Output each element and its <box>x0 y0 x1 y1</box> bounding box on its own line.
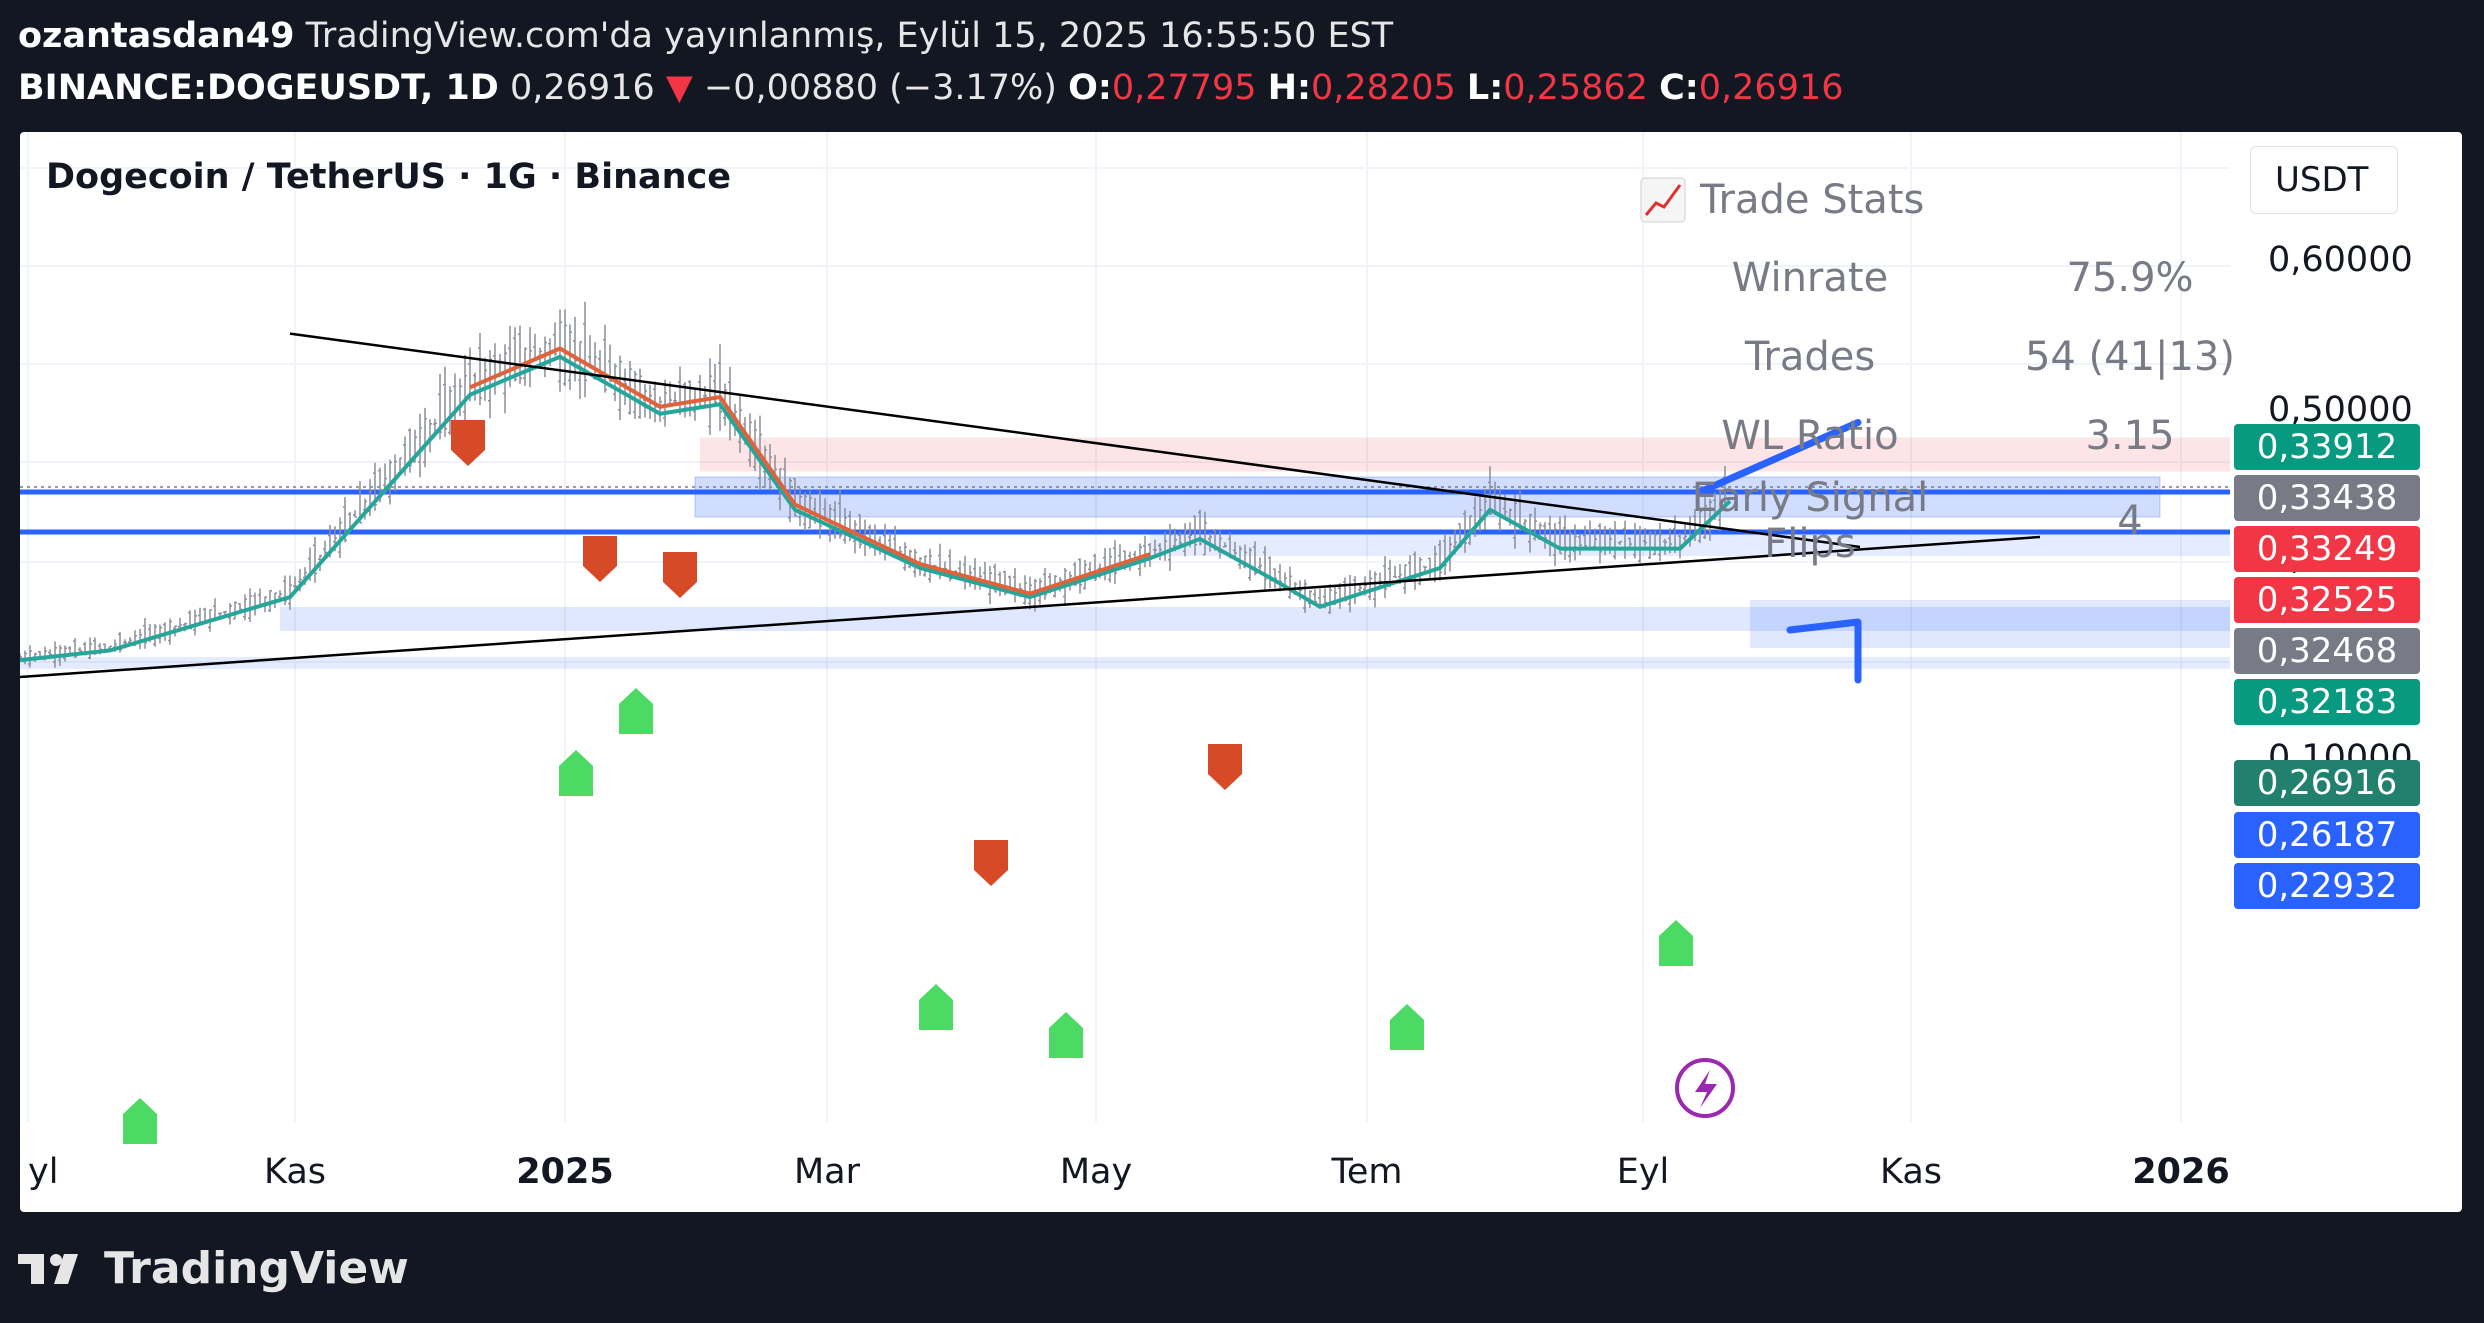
y-tick-label: 0,60000 <box>2268 240 2413 280</box>
x-tick-label: Kas <box>263 1152 327 1192</box>
price-change: −0,00880 (−3.17%) <box>703 68 1057 108</box>
x-tick-label: May <box>1059 1152 1133 1192</box>
chart-title: Dogecoin / TetherUS · 1G · Binance <box>46 157 732 197</box>
chart-up-icon <box>1640 177 1686 223</box>
sell-signal-marker <box>1208 744 1242 790</box>
stat-key: WL Ratio <box>1721 412 1899 459</box>
high-label: H: <box>1267 68 1312 108</box>
buy-signal-marker <box>1390 1004 1424 1050</box>
open-value: 0,27795 <box>1111 68 1257 108</box>
low-value: 0,25862 <box>1503 68 1648 108</box>
currency-selector[interactable]: USDT <box>2250 146 2398 214</box>
price-label: 0,22932 <box>2234 863 2420 909</box>
x-tick-label: Kas <box>1879 1152 1943 1192</box>
publication-header: ozantasdan49 TradingView.com'da yayınlan… <box>18 10 1844 114</box>
stat-key: Winrate <box>1731 254 1889 301</box>
tradingview-logo-icon <box>18 1254 78 1284</box>
price-label: 0,33249 <box>2234 526 2420 572</box>
sell-signal-marker <box>583 536 617 582</box>
stat-row: WL Ratio 3.15 <box>1640 396 2280 475</box>
stat-row: Winrate 75.9% <box>1640 238 2280 317</box>
open-label: O: <box>1068 68 1112 108</box>
x-tick-label: yl <box>28 1152 59 1192</box>
price-label: 0,32183 <box>2234 679 2420 725</box>
chart-panel[interactable]: Dogecoin / TetherUS · 1G · Binance Trade… <box>20 132 2462 1212</box>
low-label: L: <box>1466 68 1504 108</box>
price-label: 0,32525 <box>2234 577 2420 623</box>
buy-signal-marker <box>619 688 653 734</box>
price-label: 0,26187 <box>2234 812 2420 858</box>
price-label: 0,33912 <box>2234 424 2420 470</box>
stat-value: 75.9% <box>2066 254 2194 301</box>
author-name[interactable]: ozantasdan49 <box>18 16 294 56</box>
trade-stats-title: Trade Stats <box>1700 177 1925 223</box>
price-label: 0,33438 <box>2234 475 2420 521</box>
x-tick-label: Tem <box>1331 1152 1403 1192</box>
stat-row: Trades 54 (41|13) <box>1640 317 2280 396</box>
change-down-icon: ▼ <box>665 68 693 108</box>
close-label: C: <box>1659 68 1699 108</box>
stat-key: Trades <box>1744 333 1876 380</box>
publication-line: ozantasdan49 TradingView.com'da yayınlan… <box>18 10 1844 62</box>
buy-signal-marker <box>919 984 953 1030</box>
trade-stats-header: Trade Stats <box>1640 170 2280 230</box>
price-label: 0,26916 <box>2234 760 2420 806</box>
last-price: 0,26916 <box>510 68 655 108</box>
buy-signal-marker <box>1049 1012 1083 1058</box>
x-tick-label: Eyl <box>1616 1152 1670 1192</box>
price-label: 0,32468 <box>2234 628 2420 674</box>
sell-signal-marker <box>974 840 1008 886</box>
stat-value: 54 (41|13) <box>2024 333 2236 380</box>
tradingview-brand: TradingView <box>104 1242 409 1294</box>
buy-signal-marker <box>1659 920 1693 966</box>
high-value: 0,28205 <box>1311 68 1456 108</box>
publish-info: TradingView.com'da yayınlanmış, Eylül 15… <box>305 16 1394 56</box>
x-tick-label: 2026 <box>2132 1152 2230 1192</box>
stat-row: Early Signal Flips 4 <box>1640 475 2280 567</box>
demand-zone <box>20 657 2230 669</box>
trade-stats-table: Winrate 75.9% Trades 54 (41|13) WL Ratio 3.… <box>1640 238 2280 568</box>
stat-key: Early Signal Flips <box>1691 475 1929 567</box>
x-tick-label: Mar <box>793 1152 861 1192</box>
trade-stats-panel: Trade Stats Winrate 75.9% Trades 54 (41|13… <box>1640 170 2280 567</box>
symbol-line: BINANCE:DOGEUSDT, 1D 0,26916 ▼ −0,00880 … <box>18 62 1844 114</box>
close-value: 0,26916 <box>1698 68 1844 108</box>
tradingview-footer[interactable]: TradingView <box>18 1238 409 1298</box>
sell-signal-marker <box>663 552 697 598</box>
buy-signal-marker <box>123 1098 157 1144</box>
lightning-icon-bolt <box>1695 1070 1717 1108</box>
sell-signal-marker <box>451 420 485 466</box>
symbol-label[interactable]: BINANCE:DOGEUSDT, 1D <box>18 68 499 108</box>
x-tick-label: 2025 <box>516 1152 614 1192</box>
